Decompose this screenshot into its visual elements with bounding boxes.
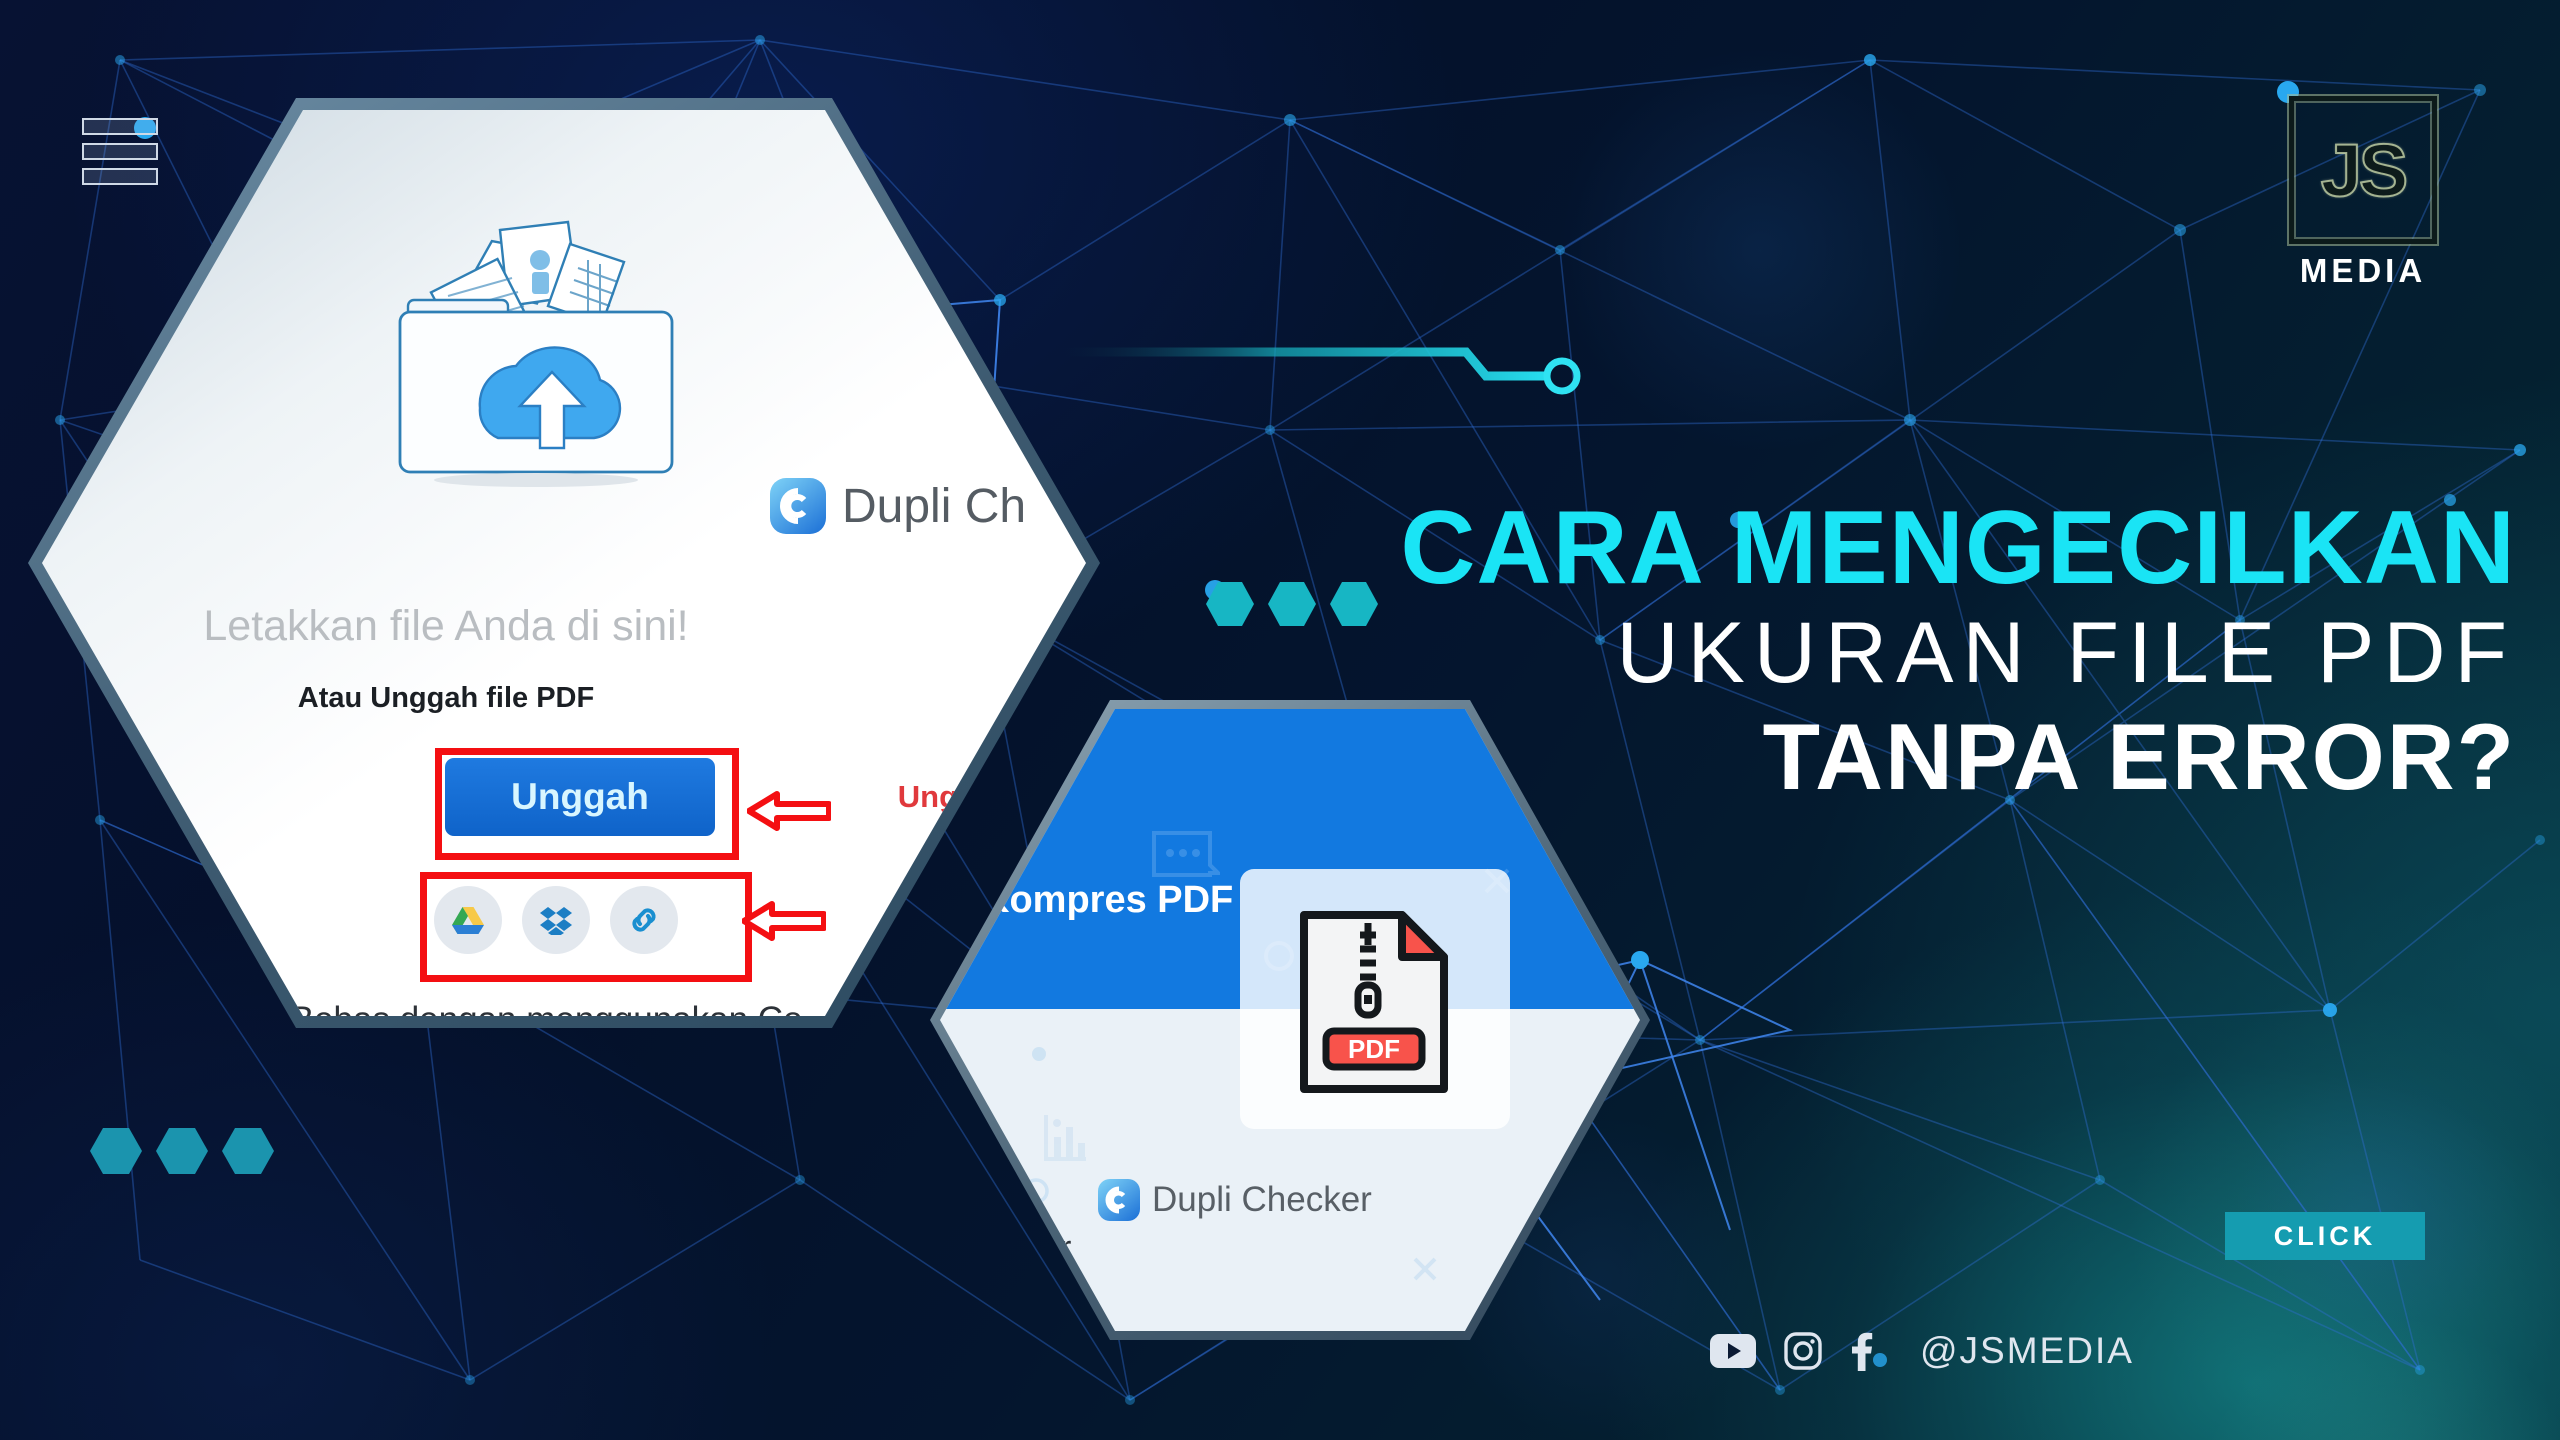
hexagon-decor [222, 1128, 274, 1174]
upload-button[interactable]: Unggah [445, 758, 715, 836]
hexagon-decor [90, 1128, 142, 1174]
duplichecker-mark-icon [1098, 1179, 1140, 1221]
hexagon-cluster-title [1206, 582, 1378, 626]
or-upload-label: Atau Unggah file PDF [297, 682, 595, 714]
click-button[interactable]: CLICK [2225, 1212, 2425, 1260]
dropbox-icon[interactable] [522, 886, 590, 954]
hexagon-decor [1268, 582, 1316, 626]
youtube-icon[interactable] [1710, 1334, 1756, 1368]
chat-bubble-icon [1152, 831, 1220, 877]
poster-canvas: JS MEDIA CARA MENGECILKAN UKURAN FILE PD… [0, 0, 2560, 1440]
circuit-connector-decoration [1060, 347, 1581, 395]
facebook-icon[interactable] [1850, 1331, 1874, 1371]
upload-footer-text: nda Secara Bebas dengan menggunakan Co [102, 1000, 1002, 1016]
red-left-arrow-icon [747, 791, 831, 831]
social-handle: @JSMEDIA [1920, 1330, 2134, 1371]
hexagon-decor [156, 1128, 208, 1174]
cloud-upload-illustration [398, 220, 674, 487]
drop-file-text: Letakkan file Anda di sini! [203, 602, 689, 650]
duplichecker-wordmark: Dupli Ch [842, 479, 1027, 533]
hexagon-cluster-bottom [90, 1128, 274, 1174]
pdf-file-icon: PDF [1300, 911, 1448, 1093]
close-x-icon [1413, 1257, 1437, 1281]
title-line-1: CARA MENGECILKAN [1400, 490, 2516, 606]
hexagon-content: Kompres PDF PDF r [940, 709, 1640, 1331]
instagram-icon[interactable] [1784, 1332, 1822, 1370]
red-left-arrow-icon [742, 901, 826, 941]
bar-chart-icon [1044, 1115, 1086, 1161]
duplichecker-logo: Dupli Checker [1098, 1179, 1372, 1221]
dot-decor [1032, 1047, 1046, 1061]
social-bar: @JSMEDIA [1710, 1330, 2134, 1372]
pdf-badge-label: PDF [1348, 1034, 1400, 1064]
duplichecker-wordmark: Dupli Checker [1152, 1180, 1372, 1219]
logo-wordmark: MEDIA [2299, 252, 2427, 289]
duplichecker-mark-icon [770, 478, 826, 534]
hexagon-decor [1330, 582, 1378, 626]
title-line-2: UKURAN FILE PDF [1616, 605, 2516, 702]
screenshot-card-compress: Kompres PDF PDF r [930, 700, 1650, 1340]
js-media-logo: JS MEDIA [2278, 96, 2448, 290]
compress-tool-title: Kompres PDF [982, 879, 1234, 921]
logo-square-frame: JS [2289, 96, 2437, 244]
duplichecker-logo: Dupli Ch [770, 478, 1026, 534]
link-icon[interactable] [610, 886, 678, 954]
cloud-source-buttons [434, 886, 678, 954]
hexagon-decor [1206, 582, 1254, 626]
logo-initials: JS [2320, 128, 2409, 213]
google-drive-icon[interactable] [434, 886, 502, 954]
